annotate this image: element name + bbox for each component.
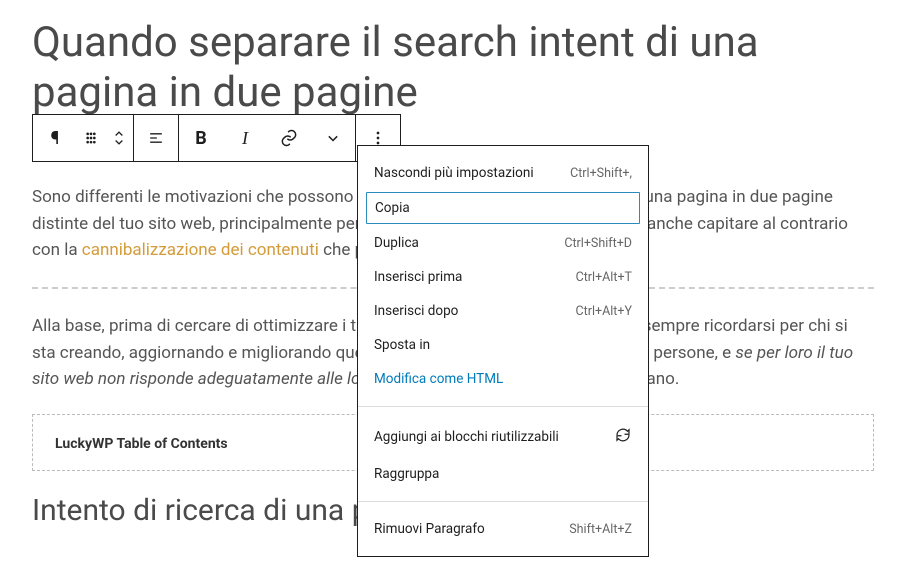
- menu-label: Duplica: [374, 235, 419, 251]
- menu-shortcut: Shift+Alt+Z: [569, 522, 632, 537]
- menu-label: Aggiungi ai blocchi riutilizzabili: [374, 429, 559, 445]
- menu-label: Sposta in: [374, 337, 430, 353]
- italic-button[interactable]: I: [223, 115, 267, 161]
- menu-edit-html[interactable]: Modifica come HTML: [358, 362, 648, 396]
- menu-group[interactable]: Raggruppa: [358, 457, 648, 491]
- menu-label: Nascondi più impostazioni: [374, 165, 534, 181]
- menu-label: Inserisci dopo: [374, 303, 458, 319]
- block-options-menu: Nascondi più impostazioni Ctrl+Shift+, C…: [357, 145, 649, 557]
- menu-shortcut: Ctrl+Alt+Y: [576, 304, 632, 319]
- menu-label: Rimuovi Paragrafo: [374, 521, 485, 537]
- paragraph-block-icon[interactable]: ¶: [33, 115, 77, 161]
- toc-title: LuckyWP Table of Contents: [55, 436, 228, 452]
- align-button[interactable]: [134, 115, 178, 161]
- link-button[interactable]: [267, 115, 311, 161]
- menu-remove-paragraph[interactable]: Rimuovi Paragrafo Shift+Alt+Z: [358, 512, 648, 546]
- drag-handle-icon[interactable]: [77, 115, 105, 161]
- menu-label: Modifica come HTML: [374, 371, 503, 387]
- chevron-down-icon[interactable]: [311, 115, 355, 161]
- menu-shortcut: Ctrl+Shift+D: [564, 236, 632, 251]
- menu-shortcut: Ctrl+Shift+,: [570, 166, 632, 181]
- menu-insert-after[interactable]: Inserisci dopo Ctrl+Alt+Y: [358, 294, 648, 328]
- bold-button[interactable]: B: [179, 115, 223, 161]
- reusable-icon: [614, 426, 632, 448]
- menu-label: Raggruppa: [374, 466, 439, 482]
- menu-copy[interactable]: Copia: [366, 192, 640, 224]
- menu-add-reusable[interactable]: Aggiungi ai blocchi riutilizzabili: [358, 417, 648, 457]
- block-toolbar: ¶ B I: [32, 114, 401, 162]
- menu-label: Inserisci prima: [374, 269, 462, 285]
- menu-shortcut: Ctrl+Alt+T: [576, 270, 632, 285]
- menu-duplicate[interactable]: Duplica Ctrl+Shift+D: [358, 226, 648, 260]
- move-updown-icon[interactable]: [105, 115, 133, 161]
- menu-hide-more-settings[interactable]: Nascondi più impostazioni Ctrl+Shift+,: [358, 156, 648, 190]
- menu-label: Copia: [375, 200, 410, 216]
- page-title: Quando separare il search intent di una …: [32, 18, 874, 119]
- content-link[interactable]: cannibalizzazione dei contenuti: [82, 240, 319, 260]
- menu-move-to[interactable]: Sposta in: [358, 328, 648, 362]
- menu-insert-before[interactable]: Inserisci prima Ctrl+Alt+T: [358, 260, 648, 294]
